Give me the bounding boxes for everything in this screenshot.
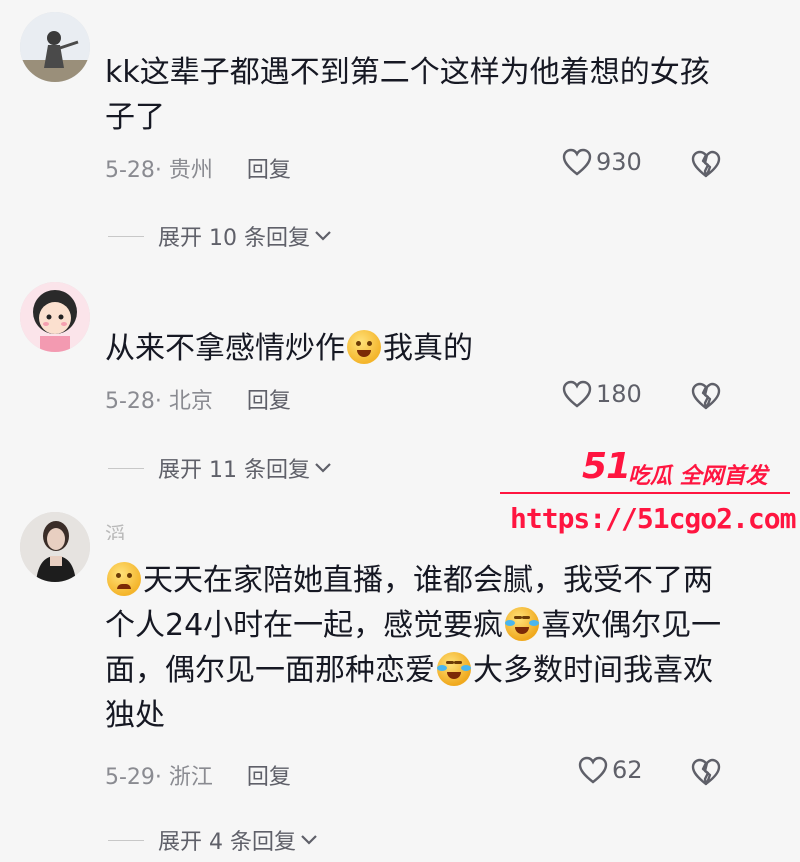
comment-text: kk这辈子都遇不到第二个这样为他着想的女孩子了 bbox=[105, 50, 725, 140]
watermark: 51 吃瓜 全网首发 https://51cgo2.com bbox=[500, 442, 800, 542]
heart-icon bbox=[562, 380, 592, 408]
chevron-down-icon bbox=[315, 463, 331, 473]
comment-meta: 5-28· 贵州 回复 bbox=[105, 152, 291, 184]
watermark-brand: 51 bbox=[582, 446, 631, 487]
comment-text-part: kk这辈子都遇不到第二个这样为他着想的女孩子了 bbox=[105, 55, 710, 135]
comment-text-part: 我真的 bbox=[383, 331, 473, 366]
comment-text: 从来不拿感情炒作 我真的 bbox=[105, 326, 725, 371]
chevron-down-icon bbox=[301, 835, 317, 845]
like-button[interactable]: 62 bbox=[578, 756, 643, 784]
expand-replies-button[interactable]: 展开 11 条回复 bbox=[108, 452, 332, 484]
dislike-button[interactable] bbox=[690, 150, 722, 178]
expand-replies-label: 展开 4 条回复 bbox=[158, 830, 296, 855]
dislike-button[interactable] bbox=[690, 382, 722, 410]
expand-replies-label: 展开 10 条回复 bbox=[158, 226, 310, 251]
comment-meta: 5-28· 北京 回复 bbox=[105, 383, 291, 415]
chevron-down-icon bbox=[315, 231, 331, 241]
reply-button[interactable]: 回复 bbox=[247, 158, 291, 183]
divider bbox=[108, 467, 144, 469]
reply-button[interactable]: 回复 bbox=[247, 389, 291, 414]
comment-date-location: 5-28· 北京 bbox=[105, 389, 213, 414]
comment-meta: 5-29· 浙江 回复 bbox=[105, 759, 291, 791]
like-button[interactable]: 180 bbox=[562, 380, 642, 408]
comment-text-part: 从来不拿感情炒作 bbox=[105, 331, 345, 366]
comment-date-location: 5-29· 浙江 bbox=[105, 765, 213, 790]
like-count: 180 bbox=[596, 380, 642, 408]
heart-icon bbox=[562, 148, 592, 176]
broken-heart-icon bbox=[691, 382, 721, 410]
watermark-rule bbox=[500, 492, 790, 494]
divider bbox=[108, 839, 144, 841]
comment-date-location: 5-28· 贵州 bbox=[105, 158, 213, 183]
like-count: 930 bbox=[596, 148, 642, 176]
watermark-url: https://51cgo2.com bbox=[510, 502, 796, 535]
username[interactable]: 滔 bbox=[105, 518, 125, 540]
broken-heart-icon bbox=[691, 150, 721, 178]
like-count: 62 bbox=[612, 756, 643, 784]
avatar[interactable] bbox=[20, 282, 90, 352]
avatar[interactable] bbox=[20, 512, 90, 582]
like-button[interactable]: 930 bbox=[562, 148, 642, 176]
crying-emoji-icon bbox=[347, 330, 381, 364]
expand-replies-button[interactable]: 展开 4 条回复 bbox=[108, 824, 318, 856]
broken-heart-icon bbox=[691, 758, 721, 786]
expand-replies-label: 展开 11 条回复 bbox=[158, 458, 310, 483]
laughing-crying-emoji-icon bbox=[437, 652, 471, 686]
reply-button[interactable]: 回复 bbox=[247, 765, 291, 790]
laughing-crying-emoji-icon bbox=[505, 607, 540, 641]
avatar[interactable] bbox=[20, 12, 90, 82]
expand-replies-button[interactable]: 展开 10 条回复 bbox=[108, 220, 332, 252]
comment-text: 天天在家陪她直播，谁都会腻，我受不了两个人24小时在一起，感觉要疯 喜欢偶尔见一面… bbox=[105, 558, 725, 738]
watermark-brand-cn: 吃瓜 全网首发 bbox=[628, 464, 768, 489]
divider bbox=[108, 235, 144, 237]
sad-emoji-icon bbox=[107, 562, 141, 596]
dislike-button[interactable] bbox=[690, 758, 722, 786]
heart-icon bbox=[578, 756, 608, 784]
